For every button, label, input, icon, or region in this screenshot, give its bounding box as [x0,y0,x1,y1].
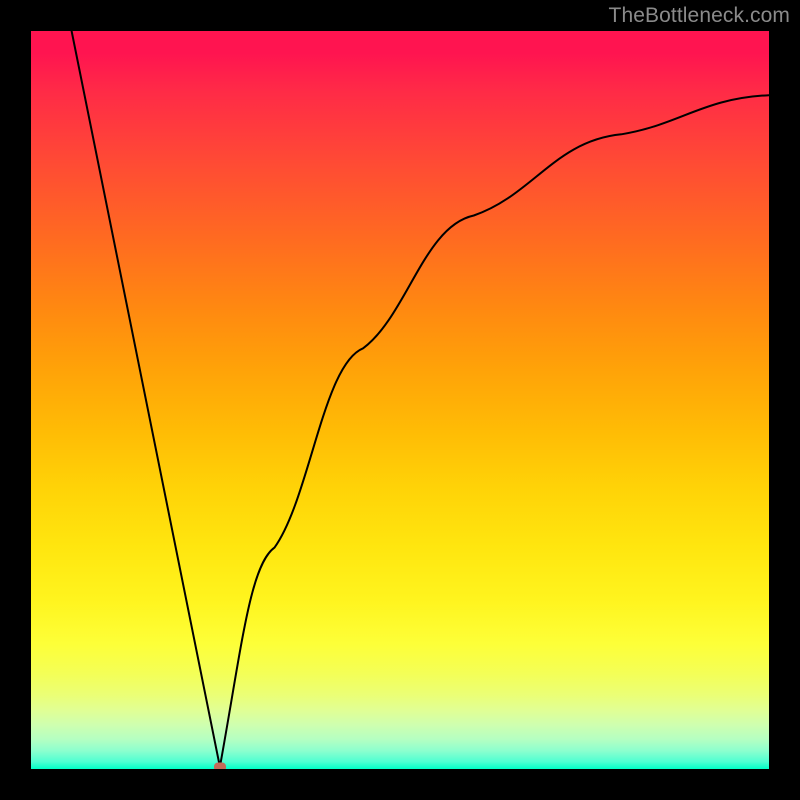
minimum-point-marker [214,762,226,769]
chart-frame: TheBottleneck.com [0,0,800,800]
plot-area [31,31,769,769]
watermark-text: TheBottleneck.com [609,4,790,28]
bottleneck-curve [31,31,769,769]
